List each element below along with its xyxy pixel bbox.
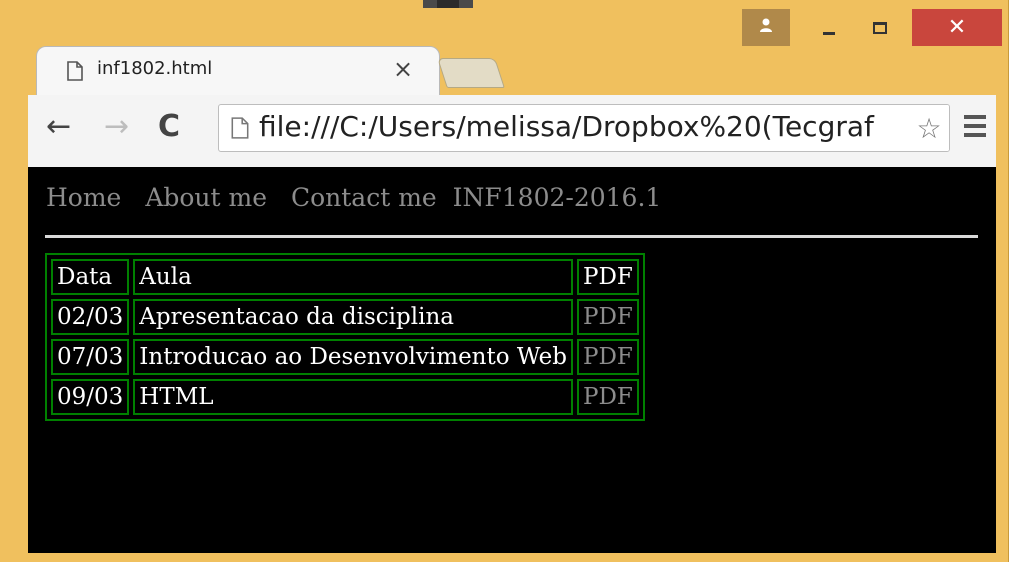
header-data: Data [51, 259, 130, 295]
cell-date: 07/03 [51, 339, 130, 375]
maximize-icon [873, 21, 887, 34]
site-navigation: Home About me Contact me INF1802-2016.1 [46, 183, 677, 212]
bookmark-star-icon[interactable]: ☆ [909, 105, 949, 151]
nav-link-contact[interactable]: Contact me [291, 183, 437, 212]
browser-tab-active[interactable]: inf1802.html × [36, 46, 440, 96]
tab-title: inf1802.html [97, 58, 213, 79]
tab-close-icon[interactable]: × [393, 55, 413, 83]
close-icon: ✕ [947, 15, 967, 40]
minimize-button[interactable] [806, 9, 852, 46]
cell-lesson: Apresentacao da disciplina [133, 299, 573, 335]
user-profile-button[interactable] [742, 9, 790, 46]
table-row: 09/03 HTML PDF [51, 379, 639, 415]
url-text[interactable]: file:///C:/Users/melissa/Dropbox%20(Tecg… [259, 110, 874, 143]
pdf-link[interactable]: PDF [577, 379, 639, 415]
minimize-icon [823, 32, 835, 35]
page-icon [231, 117, 249, 143]
lessons-table: Data Aula PDF 02/03 Apresentacao da disc… [45, 253, 645, 421]
pdf-link[interactable]: PDF [577, 339, 639, 375]
reload-icon[interactable]: C [158, 109, 180, 144]
pdf-link[interactable]: PDF [577, 299, 639, 335]
new-tab-button[interactable] [437, 58, 505, 88]
cell-lesson: Introducao ao Desenvolvimento Web [133, 339, 573, 375]
user-icon [758, 17, 774, 38]
table-row: 07/03 Introducao ao Desenvolvimento Web … [51, 339, 639, 375]
menu-hamburger-icon[interactable] [964, 115, 986, 142]
table-row: 02/03 Apresentacao da disciplina PDF [51, 299, 639, 335]
cell-date: 02/03 [51, 299, 130, 335]
header-pdf: PDF [577, 259, 639, 295]
cell-lesson: HTML [133, 379, 573, 415]
cell-date: 09/03 [51, 379, 130, 415]
nav-link-about[interactable]: About me [145, 183, 267, 212]
page-viewport: Home About me Contact me INF1802-2016.1 … [28, 167, 996, 553]
table-header-row: Data Aula PDF [51, 259, 639, 295]
forward-arrow-icon[interactable]: → [104, 109, 129, 144]
document-icon [67, 61, 83, 85]
back-arrow-icon[interactable]: ← [46, 109, 71, 144]
nav-link-home[interactable]: Home [46, 183, 121, 212]
close-window-button[interactable]: ✕ [912, 9, 1002, 46]
divider [45, 235, 978, 238]
address-bar[interactable]: file:///C:/Users/melissa/Dropbox%20(Tecg… [218, 104, 950, 152]
taskbar-edge [423, 0, 473, 8]
maximize-button[interactable] [856, 9, 904, 46]
browser-toolbar: ← → C file:///C:/Users/melissa/Dropbox%2… [28, 95, 996, 168]
header-aula: Aula [133, 259, 573, 295]
site-brand[interactable]: INF1802-2016.1 [453, 183, 662, 212]
